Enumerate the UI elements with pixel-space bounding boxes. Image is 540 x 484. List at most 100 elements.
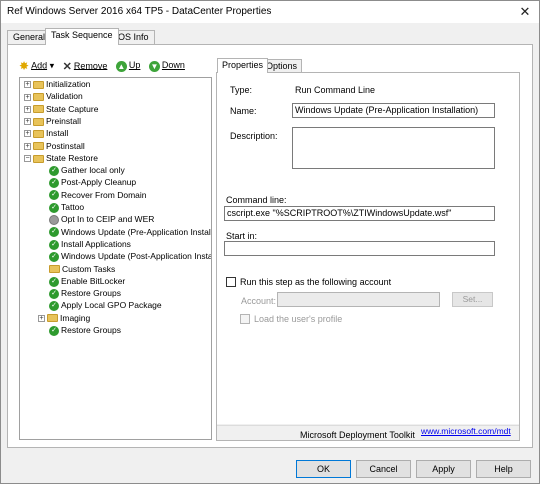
tree-item[interactable]: ✓ Recover From Domain xyxy=(38,190,147,202)
expand-icon[interactable]: + xyxy=(38,314,45,322)
tree-item[interactable]: ✓ Post-Apply Cleanup xyxy=(38,177,136,189)
expand-icon[interactable]: + xyxy=(24,105,31,113)
properties-dialog: Ref Windows Server 2016 x64 TP5 - DataCe… xyxy=(0,0,540,484)
tree-item[interactable]: ✓ Restore Groups xyxy=(38,288,121,300)
tree-item[interactable]: ✓ Install Applications xyxy=(38,239,131,251)
up-label: Up xyxy=(128,60,141,71)
tree-item-label: Windows Update (Post-Application Install xyxy=(61,251,212,262)
check-icon: ✓ xyxy=(49,202,59,213)
tree-item-label: Apply Local GPO Package xyxy=(61,300,162,311)
expand-icon[interactable]: + xyxy=(24,93,31,101)
tree-item-label: Custom Tasks xyxy=(62,263,116,274)
gear-icon xyxy=(49,215,59,226)
tree-item-label: Install xyxy=(46,128,69,139)
tree-item[interactable]: ✓ Restore Groups xyxy=(38,325,121,337)
check-icon: ✓ xyxy=(49,288,59,299)
tree-item-label: Install Applications xyxy=(61,238,131,249)
tree-item-label: Enable BitLocker xyxy=(61,275,126,286)
load-profile-checkbox[interactable] xyxy=(240,314,250,324)
down-button[interactable]: ▼ Down xyxy=(148,60,185,72)
name-field[interactable]: Windows Update (Pre-Application Installa… xyxy=(292,103,495,118)
folder-icon xyxy=(33,93,44,102)
description-label: Description: xyxy=(230,131,278,141)
tree-item[interactable]: + Install xyxy=(24,128,68,140)
tree-item[interactable]: ✓ Apply Local GPO Package xyxy=(38,300,162,312)
check-icon: ✓ xyxy=(49,227,59,238)
task-sequence-toolbar: ✸ Add ▾ ✕ Remove ▲ Up ▼ Down xyxy=(19,59,191,75)
tree-item-label: Windows Update (Pre-Application Installa xyxy=(61,226,212,237)
x-icon: ✕ xyxy=(62,60,72,73)
up-arrow-icon: ▲ xyxy=(115,60,127,72)
tree-item[interactable]: ✓ Gather local only xyxy=(38,165,125,177)
apply-button[interactable]: Apply xyxy=(416,460,471,478)
check-icon: ✓ xyxy=(49,178,59,189)
tree-item[interactable]: ✓ Windows Update (Pre-Application Install… xyxy=(38,226,212,239)
command-line-label: Command line: xyxy=(226,195,287,205)
tree-item[interactable]: + Validation xyxy=(24,91,83,103)
tree-item-label: Initialization xyxy=(46,79,91,89)
expand-icon[interactable]: + xyxy=(24,81,31,89)
tree-item[interactable]: + Initialization xyxy=(24,79,90,91)
add-dropdown-icon: ▾ xyxy=(49,60,55,71)
mdt-link[interactable]: www.microsoft.com/mdt xyxy=(421,426,511,436)
run-as-checkbox[interactable] xyxy=(226,277,236,287)
remove-label: Remove xyxy=(73,60,108,71)
tree-item[interactable]: + State Capture xyxy=(24,104,98,116)
ok-button[interactable]: OK xyxy=(296,460,351,478)
expand-icon[interactable]: + xyxy=(24,118,31,126)
tree-item[interactable]: + Imaging xyxy=(38,313,90,325)
name-label: Name: xyxy=(230,106,257,116)
down-label: Down xyxy=(161,60,185,71)
tree-item[interactable]: + Preinstall xyxy=(24,116,81,128)
collapse-icon[interactable]: − xyxy=(24,155,31,163)
start-in-label: Start in: xyxy=(226,231,258,241)
check-icon: ✓ xyxy=(49,239,59,250)
account-field[interactable] xyxy=(277,292,440,307)
tree-item[interactable]: ✓ Tattoo xyxy=(38,202,84,214)
folder-icon xyxy=(33,142,44,151)
tree-item-label: Validation xyxy=(46,91,83,102)
folder-icon xyxy=(33,117,44,126)
tree-item-label: State Restore xyxy=(46,152,98,163)
check-icon: ✓ xyxy=(49,190,59,201)
tree-item[interactable]: ✓ Enable BitLocker xyxy=(38,276,125,288)
tree-item[interactable]: Opt In to CEIP and WER xyxy=(38,214,154,226)
tree-item-label: Imaging xyxy=(60,312,91,323)
tab-task-sequence[interactable]: Task Sequence xyxy=(45,28,119,45)
run-as-label: Run this step as the following account xyxy=(240,277,392,287)
tree-item-label: Preinstall xyxy=(46,115,81,126)
tree-item[interactable]: ✓ Windows Update (Post-Application Instal… xyxy=(38,251,212,263)
add-button[interactable]: ✸ Add ▾ xyxy=(19,59,54,73)
window-title: Ref Windows Server 2016 x64 TP5 - DataCe… xyxy=(7,6,272,17)
expand-icon[interactable]: + xyxy=(24,130,31,138)
type-label: Type: xyxy=(230,85,253,95)
check-icon: ✓ xyxy=(49,301,59,312)
command-line-field[interactable]: cscript.exe "%SCRIPTROOT%\ZTIWindowsUpda… xyxy=(224,206,495,221)
close-icon[interactable]: ✕ xyxy=(517,4,533,20)
title-bar: Ref Windows Server 2016 x64 TP5 - DataCe… xyxy=(1,1,539,23)
tab-properties[interactable]: Properties xyxy=(217,58,269,73)
task-sequence-tree[interactable]: + Initialization + Validation + State Capture… xyxy=(19,77,212,440)
tree-item[interactable]: + Postinstall xyxy=(24,141,85,153)
cancel-button[interactable]: Cancel xyxy=(356,460,411,478)
tree-item-label: Restore Groups xyxy=(61,325,121,335)
folder-icon xyxy=(33,80,44,89)
description-field[interactable] xyxy=(292,127,495,169)
tree-item[interactable]: − State Restore xyxy=(24,153,98,165)
remove-button[interactable]: ✕ Remove xyxy=(62,60,108,73)
tree-item-label: Postinstall xyxy=(46,140,85,151)
help-button[interactable]: Help xyxy=(476,460,531,478)
star-icon: ✸ xyxy=(19,59,30,73)
folder-icon xyxy=(47,314,58,323)
set-account-button[interactable]: Set... xyxy=(452,292,493,307)
tree-item[interactable]: Custom Tasks xyxy=(38,264,115,276)
tree-item-label: Post-Apply Cleanup xyxy=(61,177,137,188)
start-in-field[interactable] xyxy=(224,241,495,256)
tree-item-label: Gather local only xyxy=(61,165,125,176)
add-label: Add xyxy=(31,60,48,71)
up-button[interactable]: ▲ Up xyxy=(115,60,141,72)
down-arrow-icon: ▼ xyxy=(148,60,160,72)
folder-icon xyxy=(33,154,44,163)
check-icon: ✓ xyxy=(49,276,59,287)
expand-icon[interactable]: + xyxy=(24,142,31,150)
